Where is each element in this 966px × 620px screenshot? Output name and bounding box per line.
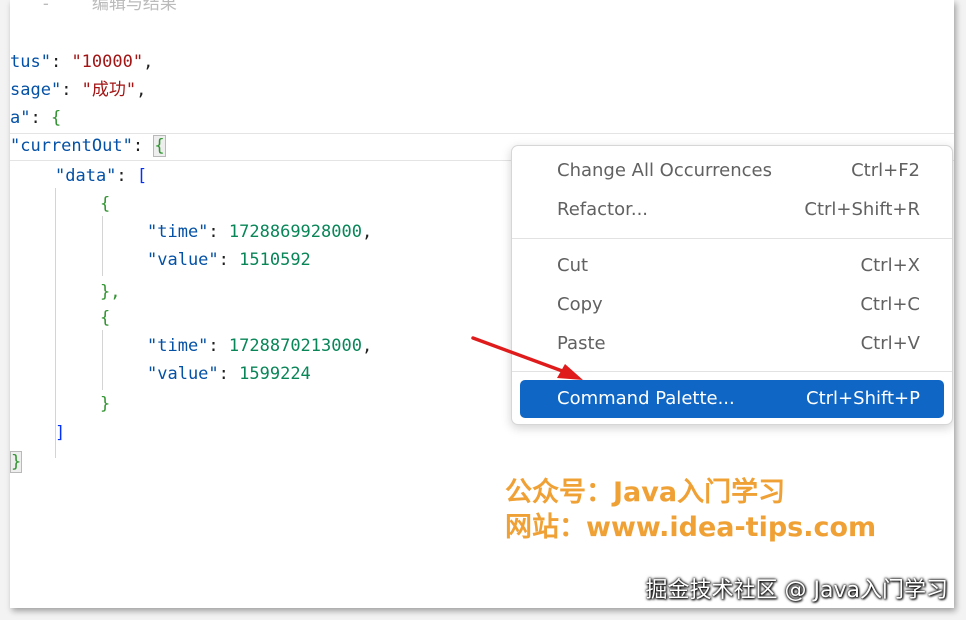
code-line-data: a": { (10, 108, 62, 128)
screenshot-frame: ‐ 编辑与结果 tus": "10000", sage": "成功", a": … (10, 0, 954, 608)
footer-credit: 掘金技术社区 @ Java入门学习 (645, 578, 948, 603)
matched-brace: { (153, 135, 166, 157)
code-line-close-brace: } (10, 448, 23, 476)
indent-guide (102, 216, 103, 276)
menu-item-cut[interactable]: Cut Ctrl+X (520, 247, 944, 285)
code-line-open-obj-1: { (100, 194, 111, 214)
code-line-data-array: "data": [ (55, 166, 148, 186)
code-line-time-1: "time": 1728869928000, (147, 222, 373, 242)
indent-guide (55, 188, 56, 458)
code-line-open-obj-2: { (100, 308, 111, 328)
menu-item-refactor[interactable]: Refactor... Ctrl+Shift+R (520, 191, 944, 229)
code-line-value-1: "value": 1510592 (147, 250, 311, 270)
code-line-time-2: "time": 1728870213000, (147, 336, 373, 356)
code-line-message: sage": "成功", (10, 80, 147, 100)
code-line-cut: ‐ 编辑与结果 (10, 0, 177, 14)
code-line-close-obj-1: }, (100, 282, 121, 302)
code-line-current-out: "currentOut": { (10, 135, 166, 157)
watermark-line-2: 网站：www.idea-tips.com (505, 512, 877, 543)
menu-item-copy[interactable]: Copy Ctrl+C (520, 286, 944, 324)
red-arrow-icon (471, 336, 583, 380)
watermark-line-1: 公众号：Java入门学习 (505, 477, 786, 508)
menu-item-change-all-occurrences[interactable]: Change All Occurrences Ctrl+F2 (520, 152, 944, 190)
code-line-close-obj-2: } (100, 394, 111, 414)
indent-guide (102, 330, 103, 390)
code-line-close-array: ] (55, 423, 66, 443)
code-line-status: tus": "10000", (10, 52, 154, 72)
matched-brace: } (10, 451, 23, 473)
menu-separator (512, 238, 952, 239)
code-line-value-2: "value": 1599224 (147, 364, 311, 384)
